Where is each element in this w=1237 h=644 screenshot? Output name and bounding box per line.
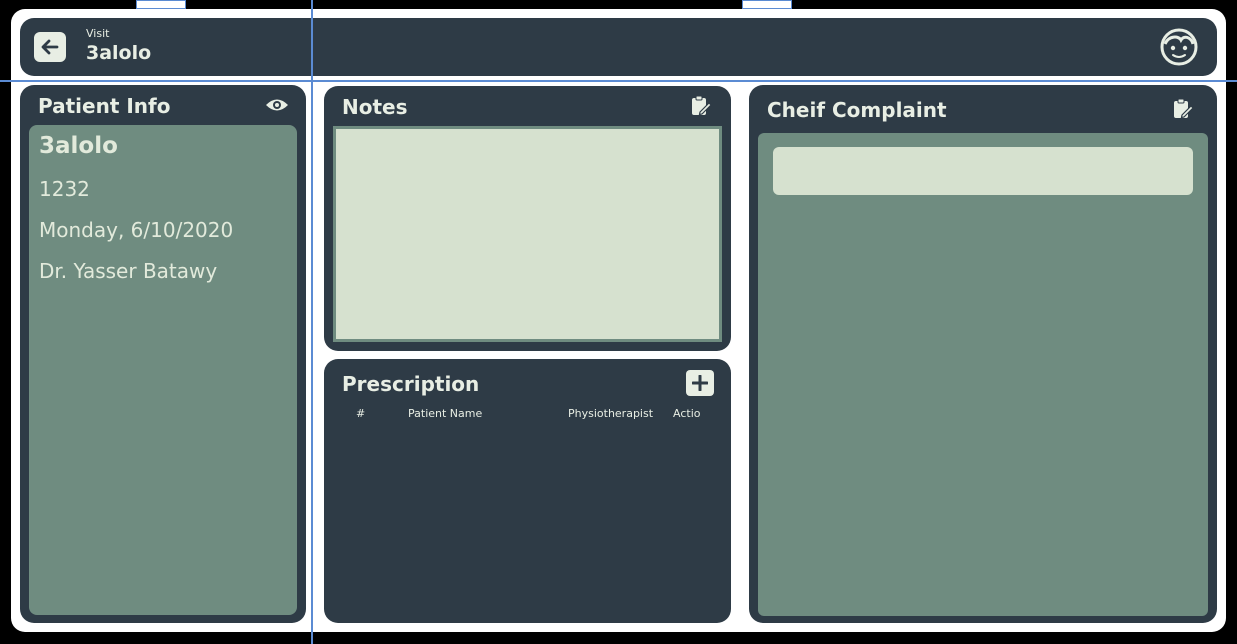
doctor-name: Dr. Yasser Batawy [39, 259, 218, 283]
back-button[interactable] [34, 32, 66, 62]
chief-complaint-card [758, 133, 1208, 616]
notes-panel: Notes [324, 86, 731, 351]
clipboard-edit-icon [1174, 98, 1194, 119]
view-button[interactable] [265, 96, 289, 114]
prescription-panel: Prescription # Patient Name Physiotherap… [324, 359, 731, 623]
column-header: Actio [673, 407, 701, 420]
chief-complaint-panel: Cheif Complaint [749, 85, 1217, 623]
chief-complaint-input[interactable] [773, 147, 1193, 195]
avatar[interactable] [1159, 27, 1199, 67]
add-prescription-button[interactable] [686, 370, 714, 396]
edit-complaint-button[interactable] [1171, 97, 1195, 121]
panel-title: Prescription [342, 372, 480, 396]
edit-notes-button[interactable] [689, 94, 713, 118]
guide-marker [136, 0, 186, 9]
panel-title: Notes [342, 95, 408, 119]
column-header: Physiotherapist [568, 407, 654, 420]
visit-date: Monday, 6/10/2020 [39, 218, 234, 242]
notes-textarea[interactable] [333, 126, 722, 342]
guide-marker [742, 0, 792, 9]
patient-id: 1232 [39, 177, 90, 201]
column-header: # [356, 407, 366, 420]
panel-title: Patient Info [38, 94, 171, 118]
guide-line-horizontal [0, 80, 1237, 82]
patient-name: 3alolo [39, 133, 118, 159]
plus-icon [692, 375, 708, 391]
page-kicker: Visit [86, 27, 110, 40]
patient-info-card: 3alolo 1232 Monday, 6/10/2020 Dr. Yasser… [29, 125, 297, 615]
app-frame: Visit 3alolo Patient Info 3alolo 1232 Mo… [11, 9, 1226, 632]
column-header: Patient Name [408, 407, 483, 420]
page-title: 3alolo [86, 42, 152, 64]
panel-title: Cheif Complaint [767, 98, 947, 122]
eye-icon [266, 99, 288, 111]
guide-line-vertical [311, 0, 313, 644]
clipboard-edit-icon [692, 95, 712, 116]
patient-info-panel: Patient Info 3alolo 1232 Monday, 6/10/20… [20, 85, 306, 623]
top-bar: Visit 3alolo [20, 18, 1217, 76]
arrow-left-icon [41, 39, 59, 55]
face-icon [1160, 28, 1198, 66]
